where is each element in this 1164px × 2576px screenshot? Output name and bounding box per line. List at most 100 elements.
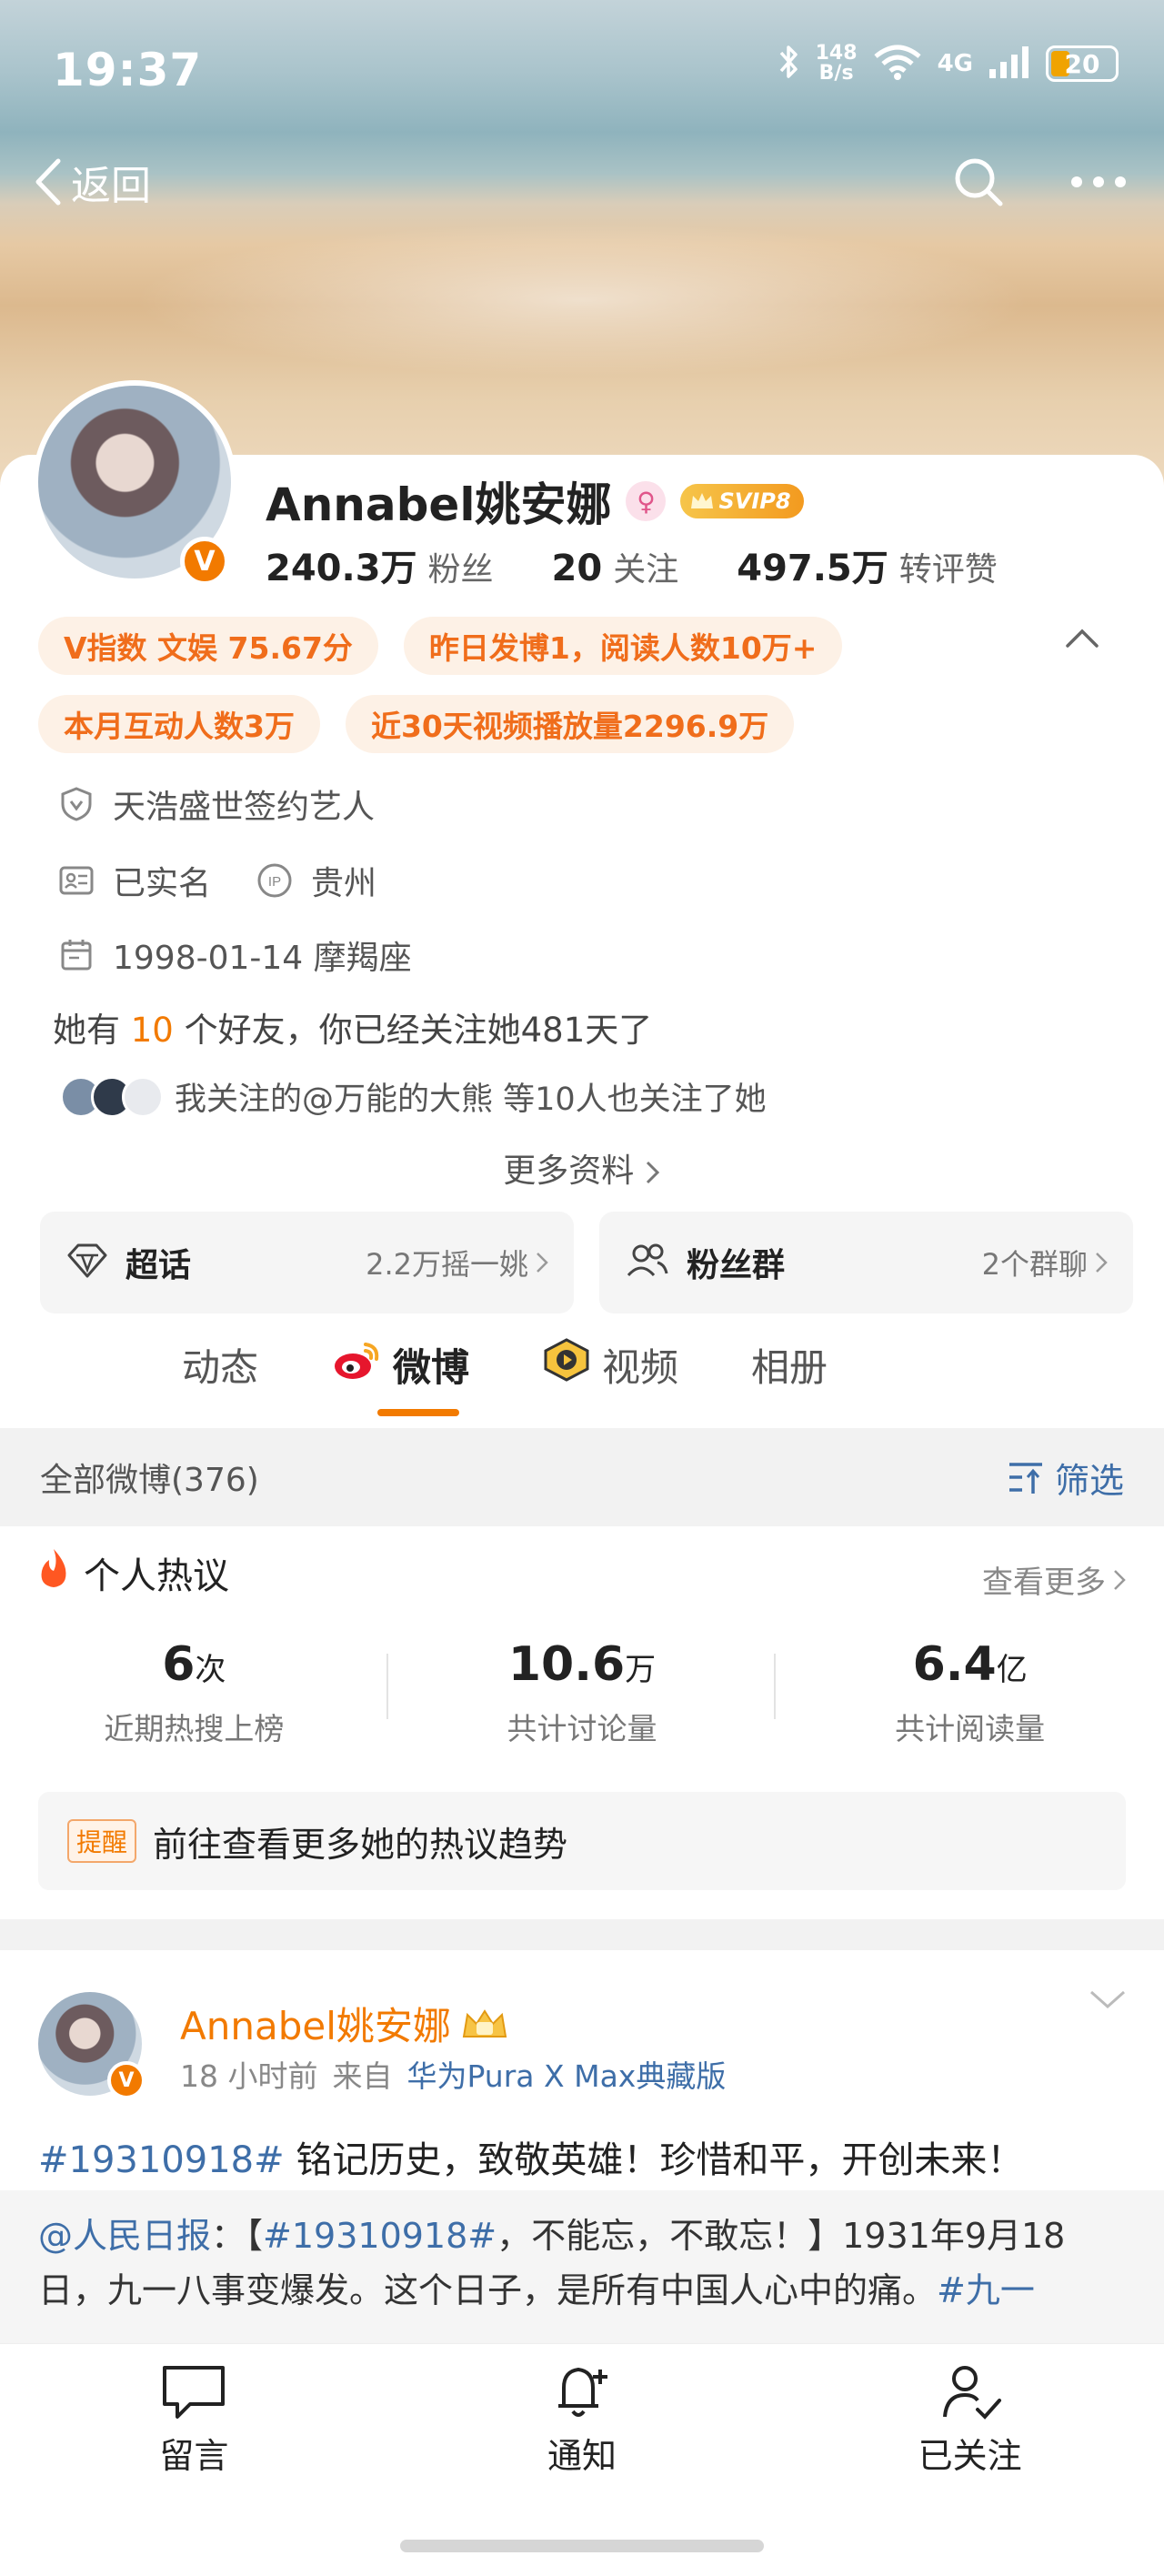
crown-icon [462,2008,507,2038]
stat-following[interactable]: 20 关注 [552,543,679,590]
back-label: 返回 [71,163,151,209]
tab-weibo[interactable]: 微博 [331,1337,469,1416]
tab-album[interactable]: 相册 [751,1337,828,1393]
chevron-left-icon [35,158,61,206]
all-posts-label[interactable]: 全部微博(376) [40,1454,259,1501]
profile-name: Annabel姚安娜 [266,478,612,531]
filter-button[interactable]: 筛选 [1006,1453,1124,1503]
post-source[interactable]: 华为Pura X Max典藏版 [406,2052,726,2096]
identity-line: 已实名 IP 贵州 [58,857,376,904]
signal-icon [988,44,1031,84]
home-indicator[interactable] [400,2540,764,2552]
feature-tiles: 超话 2.2万摇一姚 粉丝群 2个群聊 [40,1212,1133,1313]
weibo-logo-icon [331,1339,382,1390]
search-icon[interactable] [951,155,1006,213]
tab-video[interactable]: 视频 [542,1337,678,1393]
chevron-up-icon[interactable] [1064,626,1100,653]
hot-stats: 6次 近期热搜上榜 10.6万 共计讨论量 6.4亿 共计阅读量 [0,1637,1164,1748]
post-meta: 18 小时前 来自 华为Pura X Max典藏版 [180,2052,726,2096]
verified-badge: V [180,537,229,586]
mutual-avatars [60,1075,164,1118]
stat-fans[interactable]: 240.3万 粉丝 [266,538,494,591]
reminder-text: 前往查看更多她的热议趋势 [153,1824,568,1865]
ip-location-icon: IP [256,862,293,899]
chip-video-plays[interactable]: 近30天视频播放量2296.9万 [345,695,795,753]
bluetooth-icon [778,44,801,84]
followed-button[interactable]: 已关注 [776,2362,1164,2478]
hot-trend-reminder[interactable]: 提醒 前往查看更多她的热议趋势 [38,1792,1126,1890]
notify-button[interactable]: 通知 [388,2362,777,2478]
reposted-content[interactable]: @人民日报：【#19310918#，不能忘，不敢忘！】1931年9月18日，九一… [0,2190,1164,2345]
chevron-right-icon [1096,1253,1108,1273]
status-time: 19:37 [53,44,203,96]
filter-icon [1008,1463,1042,1494]
section-divider [0,1919,1164,1950]
stat-interactions[interactable]: 497.5万 转评赞 [737,538,998,591]
huawei-logo-icon [122,1075,164,1118]
calendar-icon [58,937,95,973]
status-icons: 148 B/s 4G 20 [778,44,1119,84]
hot-stat-discussion[interactable]: 10.6万 共计讨论量 [388,1637,777,1748]
company-line: 天浩盛世签约艺人 [58,780,375,828]
profile-name-row: Annabel姚安娜 ♀ SVIP8 [266,468,804,534]
more-info-link[interactable]: 更多资料 [0,1144,1164,1192]
birthday-text: 1998-01-14 摩羯座 [113,940,412,977]
verified-badge: V [107,2061,146,2099]
birthday-line: 1998-01-14 摩羯座 [58,931,412,979]
back-button[interactable]: 返回 [33,153,151,211]
profile-tabs: 动态 微博 视频 相册 [0,1310,1164,1419]
weibo-post: V Annabel姚安娜 18 小时前 来自 华为Pura X Max典藏版 #… [0,1950,1164,2345]
chip-monthly-interaction[interactable]: 本月互动人数3万 [38,695,320,753]
svip-badge[interactable]: SVIP8 [680,484,804,518]
more-options-icon[interactable] [1069,173,1128,195]
supertopic-tile[interactable]: 超话 2.2万摇一姚 [40,1212,574,1313]
feed-filter-bar: 全部微博(376) 筛选 [0,1428,1164,1526]
group-icon [625,1243,670,1283]
svg-text:IP: IP [268,874,281,890]
network-speed: 148 B/s [815,42,858,85]
id-card-icon [58,862,95,899]
network-type: 4G [937,50,973,77]
mutual-follow-line[interactable]: 我关注的@万能的大熊 等10人也关注了她 [60,1073,767,1120]
chevron-right-icon [1114,1569,1126,1590]
chevron-right-icon [646,1161,659,1184]
battery-icon: 20 [1046,45,1119,82]
tab-dynamic[interactable]: 动态 [182,1337,258,1393]
shield-icon [58,786,95,822]
chips-row-1: V指数 文娱 75.67分 昨日发博1，阅读人数10万+ [38,617,1111,675]
hot-title: 个人热议 [84,1555,229,1597]
company-text: 天浩盛世签约艺人 [113,789,376,826]
female-icon: ♀ [626,481,667,521]
chips-row-2: 本月互动人数3万 近30天视频播放量2296.9万 [38,695,1111,753]
chip-yesterday-posts[interactable]: 昨日发博1，阅读人数10万+ [403,617,843,675]
fan-group-tile[interactable]: 粉丝群 2个群聊 [599,1212,1133,1313]
friends-count[interactable]: 10 [131,1011,174,1050]
reminder-tag: 提醒 [67,1819,137,1863]
hot-discussion-card: 个人热议 查看更多 6次 近期热搜上榜 10.6万 共计讨论量 6.4亿 共计阅… [0,1528,1164,1919]
profile-stats: 240.3万 粉丝 20 关注 497.5万 转评赞 [266,538,1056,591]
crown-icon [691,493,714,508]
real-name-text: 已实名 [113,865,212,902]
top-nav: 返回 [0,146,1164,218]
hot-stat-trending[interactable]: 6次 近期热搜上榜 [0,1637,388,1748]
wifi-icon [872,44,923,84]
hot-stat-reads[interactable]: 6.4亿 共计阅读量 [776,1637,1164,1748]
diamond-icon [65,1243,109,1283]
bell-plus-icon [558,2367,607,2417]
user-check-icon [942,2366,1001,2420]
repost-author[interactable]: @人民日报 [38,2216,211,2256]
post-time: 18 小时前 [180,2058,318,2094]
friends-line: 她有 10 个好友，你已经关注她481天了 [53,1011,653,1050]
flame-icon [36,1547,71,1598]
post-topic[interactable]: #19310918# [38,2139,285,2181]
chip-v-index[interactable]: V指数 文娱 75.67分 [38,617,378,675]
message-icon [163,2366,226,2419]
post-author[interactable]: Annabel姚安娜 [180,1996,509,2051]
status-bar: 19:37 148 B/s 4G 20 [0,36,1164,109]
chevron-down-icon[interactable] [1088,1987,1128,2016]
video-play-icon [542,1338,591,1391]
chevron-right-icon [537,1253,548,1273]
see-more-link[interactable]: 查看更多 [982,1557,1126,1602]
comment-button[interactable]: 留言 [0,2362,388,2478]
active-tab-indicator [377,1408,460,1416]
